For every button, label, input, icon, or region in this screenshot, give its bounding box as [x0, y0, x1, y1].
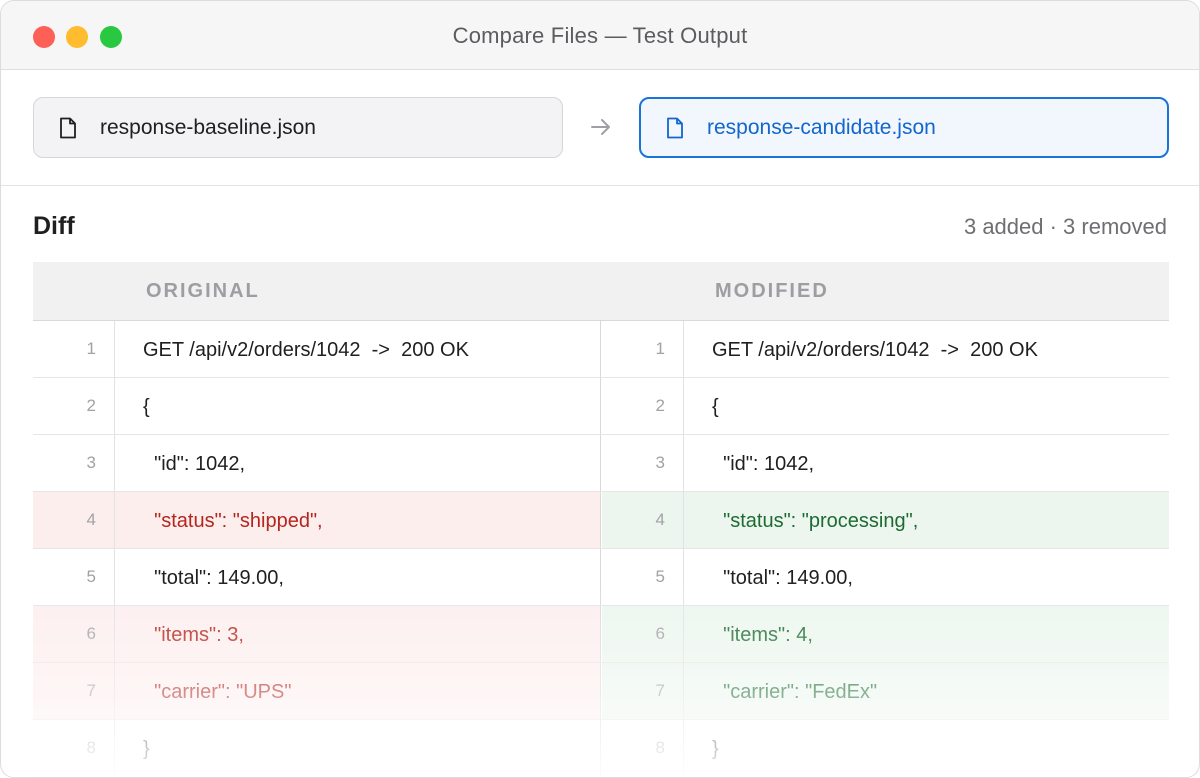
line-number: 3	[602, 435, 684, 491]
line-number: 1	[33, 321, 115, 377]
candidate-file-name: response-candidate.json	[707, 115, 936, 139]
title-bar: Compare Files — Test Output	[1, 1, 1199, 70]
modified-code: "id": 1042,	[712, 453, 815, 475]
added-line: 7 "carrier": "FedEx"	[602, 663, 1169, 719]
modified-code: }	[712, 738, 719, 760]
original-line: 2 {	[33, 378, 601, 434]
modified-line: 1 GET /api/v2/orders/1042 -> 200 OK	[602, 321, 1169, 377]
added-line: 4 "status": "processing",	[602, 492, 1169, 548]
line-number: 7	[602, 663, 684, 719]
diff-summary: 3 added · 3 removed	[963, 214, 1167, 239]
diff-row: 1 GET /api/v2/orders/1042 -> 200 OK 1 GE…	[33, 321, 1169, 378]
added-line: 6 "items": 4,	[602, 606, 1169, 662]
candidate-file-selector[interactable]: response-candidate.json	[639, 97, 1169, 158]
modified-line: 8 }	[602, 720, 1169, 776]
original-code: "id": 1042,	[143, 453, 246, 475]
diff-row: 5 "total": 149.00, 5 "total": 149.00,	[33, 549, 1169, 606]
line-number: 2	[33, 378, 115, 434]
line-number: 6	[602, 606, 684, 662]
line-number: 3	[33, 435, 115, 491]
window-title: Compare Files — Test Output	[452, 23, 748, 48]
line-number: 6	[33, 606, 115, 662]
removed-line: 6 "items": 3,	[33, 606, 601, 662]
diff-rows: 1 GET /api/v2/orders/1042 -> 200 OK 1 GE…	[33, 321, 1169, 777]
line-number: 5	[33, 549, 115, 605]
original-code: "carrier": "UPS"	[143, 681, 292, 703]
line-number: 7	[33, 663, 115, 719]
arrow-right-icon	[591, 119, 610, 135]
compare-window: Compare Files — Test Output response-bas…	[0, 0, 1200, 778]
original-line: 8 }	[33, 720, 601, 776]
diff-row-changed: 6 "items": 3, 6 "items": 4,	[33, 606, 1169, 663]
line-number: 8	[33, 720, 115, 776]
line-number: 8	[602, 720, 684, 776]
original-code: }	[143, 738, 150, 760]
original-code: GET /api/v2/orders/1042 -> 200 OK	[143, 339, 469, 361]
original-line: 5 "total": 149.00,	[33, 549, 601, 605]
removed-line: 4 "status": "shipped",	[33, 492, 601, 548]
modified-code: "carrier": "FedEx"	[712, 681, 878, 703]
diff-table-header: ORIGINAL MODIFIED	[33, 262, 1169, 321]
modified-code: "status": "processing",	[712, 510, 919, 532]
diff-row: 3 "id": 1042, 3 "id": 1042,	[33, 435, 1169, 492]
modified-code: GET /api/v2/orders/1042 -> 200 OK	[712, 339, 1038, 361]
modified-code: "total": 149.00,	[712, 567, 853, 589]
modified-line: 3 "id": 1042,	[602, 435, 1169, 491]
modified-column-header: MODIFIED	[715, 280, 829, 302]
file-selector-bar: response-baseline.json response-candidat…	[1, 71, 1199, 186]
line-number: 1	[602, 321, 684, 377]
original-code: "items": 3,	[143, 624, 244, 646]
original-column-header: ORIGINAL	[146, 280, 260, 302]
removed-line: 7 "carrier": "UPS"	[33, 663, 601, 719]
baseline-file-selector[interactable]: response-baseline.json	[33, 97, 563, 158]
diff-row: 8 } 8 }	[33, 720, 1169, 777]
original-line: 3 "id": 1042,	[33, 435, 601, 491]
diff-row: 2 { 2 {	[33, 378, 1169, 435]
document-icon	[667, 117, 683, 138]
line-number: 4	[33, 492, 115, 548]
line-number: 5	[602, 549, 684, 605]
diff-table: ORIGINAL MODIFIED 1 GET /api/v2/orders/1…	[33, 262, 1169, 777]
modified-code: "items": 4,	[712, 624, 813, 646]
baseline-file-name: response-baseline.json	[100, 115, 316, 139]
modified-code: {	[712, 396, 719, 418]
original-line: 1 GET /api/v2/orders/1042 -> 200 OK	[33, 321, 601, 377]
line-number: 4	[602, 492, 684, 548]
original-code: {	[143, 396, 150, 418]
document-icon	[60, 117, 76, 138]
original-code: "status": "shipped",	[143, 510, 323, 532]
diff-row-changed: 7 "carrier": "UPS" 7 "carrier": "FedEx"	[33, 663, 1169, 720]
modified-line: 2 {	[602, 378, 1169, 434]
line-number: 2	[602, 378, 684, 434]
original-code: "total": 149.00,	[143, 567, 284, 589]
diff-row-changed: 4 "status": "shipped", 4 "status": "proc…	[33, 492, 1169, 549]
modified-line: 5 "total": 149.00,	[602, 549, 1169, 605]
diff-heading: Diff	[33, 212, 75, 240]
